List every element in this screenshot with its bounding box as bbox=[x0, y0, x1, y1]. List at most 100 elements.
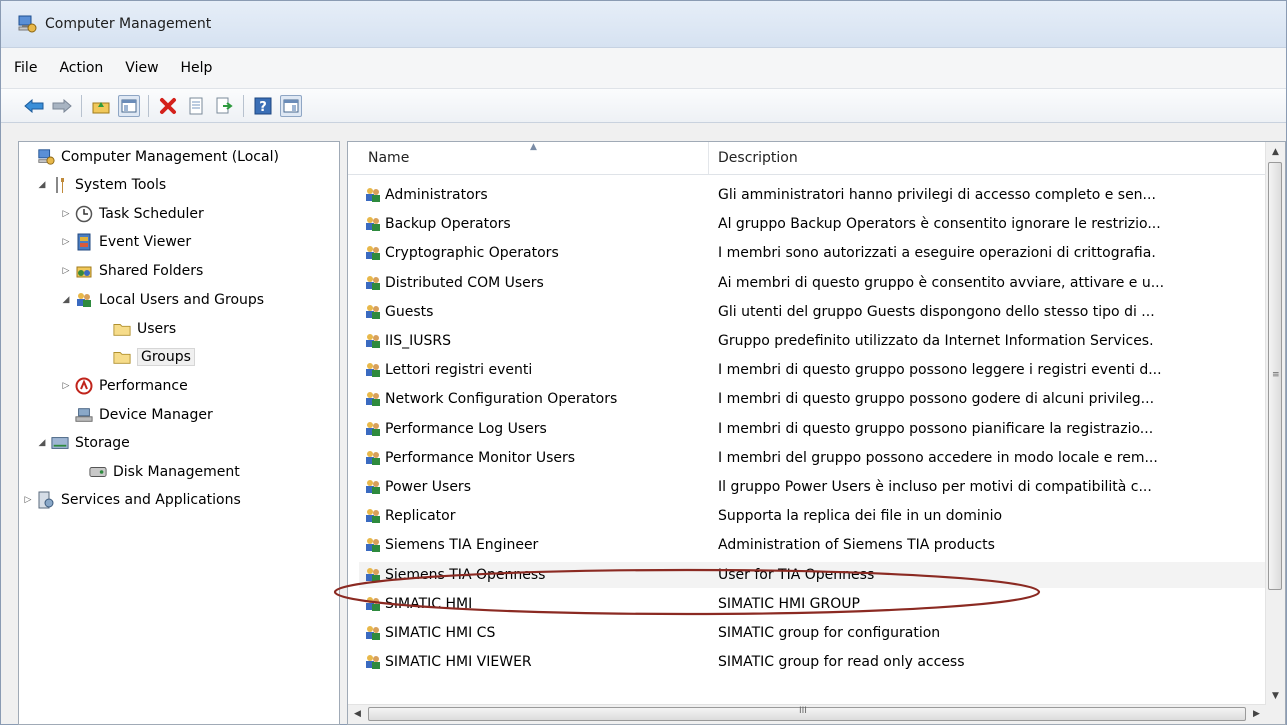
menu-action[interactable]: Action bbox=[50, 60, 112, 76]
folder-icon bbox=[113, 348, 131, 366]
scroll-right-arrow-icon[interactable]: ▶ bbox=[1248, 705, 1265, 723]
table-row[interactable]: Performance Log Users I membri di questo … bbox=[359, 416, 1266, 442]
svg-text:?: ? bbox=[259, 100, 267, 115]
tree-expander[interactable]: ▷ bbox=[59, 381, 73, 391]
group-icon bbox=[366, 304, 380, 319]
tree-expander[interactable]: ◢ bbox=[59, 295, 73, 305]
tree-item-disk-management[interactable]: Disk Management bbox=[73, 459, 240, 485]
tree-item-device-manager[interactable]: Device Manager bbox=[59, 402, 213, 428]
table-row[interactable]: Power Users Il gruppo Power Users è inclu… bbox=[359, 474, 1266, 500]
device-manager-icon bbox=[75, 406, 93, 424]
up-folder-icon bbox=[92, 101, 110, 113]
horizontal-scrollbar[interactable]: ◀ III ▶ bbox=[348, 704, 1266, 724]
export-list-button[interactable] bbox=[213, 95, 235, 117]
group-icon bbox=[366, 538, 380, 553]
cell-name: Backup Operators bbox=[359, 215, 709, 233]
group-icon bbox=[366, 392, 380, 407]
table-row[interactable]: IIS_IUSRS Gruppo predefinito utilizzato d… bbox=[359, 328, 1266, 354]
table-row[interactable]: Siemens TIA Openness User for TIA Opennes… bbox=[359, 561, 1266, 588]
delete-button[interactable] bbox=[157, 95, 179, 117]
tree-expander[interactable]: ▷ bbox=[59, 237, 73, 247]
table-row[interactable]: SIMATIC HMI CS SIMATIC group for configur… bbox=[359, 620, 1266, 646]
group-description: Al gruppo Backup Operators è consentito … bbox=[718, 216, 1161, 233]
table-row[interactable]: Lettori registri eventi I membri di quest… bbox=[359, 357, 1266, 383]
tree-item-computer-management[interactable]: Computer Management (Local) bbox=[21, 144, 279, 170]
group-name: SIMATIC HMI bbox=[385, 595, 473, 612]
tree-item-event-viewer[interactable]: ▷ Event Viewer bbox=[59, 229, 191, 255]
tree-item-task-scheduler[interactable]: ▷ Task Scheduler bbox=[59, 201, 204, 227]
table-row[interactable]: SIMATIC HMI VIEWER SIMATIC group for read… bbox=[359, 649, 1266, 675]
tree-expander[interactable]: ▷ bbox=[59, 209, 73, 219]
vertical-scroll-thumb[interactable]: ≡ bbox=[1268, 162, 1282, 590]
back-button[interactable] bbox=[23, 95, 45, 117]
column-header-label: Description bbox=[718, 150, 798, 166]
menu-view[interactable]: View bbox=[116, 60, 167, 76]
users-groups-icon bbox=[75, 291, 93, 309]
groups-list-view: Name ▲ Description Administrators Gli amm… bbox=[347, 141, 1286, 725]
table-row[interactable]: Administrators Gli amministratori hanno p… bbox=[359, 182, 1266, 208]
group-name: Siemens TIA Engineer bbox=[385, 537, 539, 554]
group-description: Gruppo predefinito utilizzato da Interne… bbox=[718, 333, 1154, 349]
group-description: Gli amministratori hanno privilegi di ac… bbox=[718, 187, 1156, 203]
table-row[interactable]: Performance Monitor Users I membri del gr… bbox=[359, 445, 1266, 471]
group-description: Ai membri di questo gruppo è consentito … bbox=[718, 274, 1165, 291]
window-title: Computer Management bbox=[45, 16, 212, 32]
table-row[interactable]: Replicator Supporta la replica dei file i… bbox=[359, 503, 1266, 529]
tree-item-system-tools[interactable]: ◢ System Tools bbox=[35, 172, 166, 198]
scroll-grip-icon: ≡ bbox=[1272, 370, 1280, 380]
help-button[interactable]: ? bbox=[252, 95, 274, 117]
cell-name: Replicator bbox=[359, 507, 709, 525]
scroll-left-arrow-icon[interactable]: ◀ bbox=[349, 705, 366, 723]
tree-item-storage[interactable]: ◢ Storage bbox=[35, 430, 130, 456]
tree-item-label: Local Users and Groups bbox=[99, 292, 265, 308]
computer-management-icon bbox=[37, 148, 55, 166]
tree-item-users[interactable]: Users bbox=[97, 316, 176, 342]
table-row[interactable]: Guests Gli utenti del gruppo Guests dispo… bbox=[359, 299, 1266, 325]
group-name: Administrators bbox=[385, 187, 488, 203]
tree-item-services-and-applications[interactable]: ▷ Services and Applications bbox=[21, 487, 241, 513]
properties-button[interactable] bbox=[185, 95, 207, 117]
scroll-down-arrow-icon[interactable]: ▼ bbox=[1267, 687, 1284, 705]
cell-name: Performance Monitor Users bbox=[359, 449, 709, 467]
menu-file[interactable]: File bbox=[5, 60, 46, 76]
up-folder-button[interactable] bbox=[90, 95, 112, 117]
column-header-description[interactable]: Description bbox=[709, 142, 1266, 174]
table-row[interactable]: Distributed COM Users Ai membri di questo… bbox=[359, 270, 1266, 296]
storage-icon bbox=[51, 434, 69, 452]
horizontal-scroll-thumb[interactable]: III bbox=[368, 706, 1246, 721]
forward-button[interactable] bbox=[51, 95, 73, 117]
show-hide-action-pane-button[interactable] bbox=[280, 94, 302, 117]
table-row[interactable]: Cryptographic Operators I membri sono aut… bbox=[359, 240, 1266, 266]
tree-expander[interactable]: ◢ bbox=[35, 438, 49, 448]
group-description: SIMATIC HMI GROUP bbox=[718, 595, 860, 612]
scroll-up-arrow-icon[interactable]: ▲ bbox=[1267, 143, 1284, 161]
tree-item-shared-folders[interactable]: ▷ Shared Folders bbox=[59, 258, 204, 284]
table-row[interactable]: Backup Operators Al gruppo Backup Operato… bbox=[359, 211, 1266, 237]
tree-item-groups[interactable]: Groups bbox=[97, 344, 195, 370]
table-row[interactable]: Siemens TIA Engineer Administration of Si… bbox=[359, 532, 1266, 558]
tree-expander[interactable]: ▷ bbox=[59, 266, 73, 276]
tree-item-performance[interactable]: ▷ Performance bbox=[59, 373, 188, 399]
export-list-icon bbox=[216, 97, 233, 113]
performance-icon bbox=[75, 377, 93, 395]
column-header-name[interactable]: Name ▲ bbox=[359, 142, 709, 174]
tree-item-label: Services and Applications bbox=[61, 492, 241, 508]
tree-expander[interactable]: ◢ bbox=[35, 180, 49, 190]
group-name: SIMATIC HMI CS bbox=[385, 625, 496, 641]
sort-ascending-icon: ▲ bbox=[530, 142, 537, 152]
scrollbar-corner bbox=[1266, 705, 1285, 724]
group-description: I membri di questo gruppo possono legger… bbox=[718, 362, 1162, 379]
tree-expander[interactable]: ▷ bbox=[21, 495, 35, 505]
menu-help[interactable]: Help bbox=[172, 60, 222, 76]
group-name: Guests bbox=[385, 303, 434, 320]
properties-icon bbox=[189, 97, 203, 114]
table-row[interactable]: Network Configuration Operators I membri … bbox=[359, 386, 1266, 412]
vertical-scrollbar[interactable]: ▲ ≡ ▼ bbox=[1265, 142, 1285, 706]
shared-folders-icon bbox=[75, 262, 93, 280]
table-row[interactable]: SIMATIC HMI SIMATIC HMI GROUP bbox=[359, 591, 1266, 617]
tree-item-local-users-and-groups[interactable]: ◢ Local Users and Groups bbox=[59, 287, 265, 313]
group-icon bbox=[366, 188, 380, 202]
cell-name: Performance Log Users bbox=[359, 420, 709, 438]
cell-name: SIMATIC HMI CS bbox=[359, 624, 709, 642]
show-hide-tree-button[interactable] bbox=[118, 94, 140, 117]
